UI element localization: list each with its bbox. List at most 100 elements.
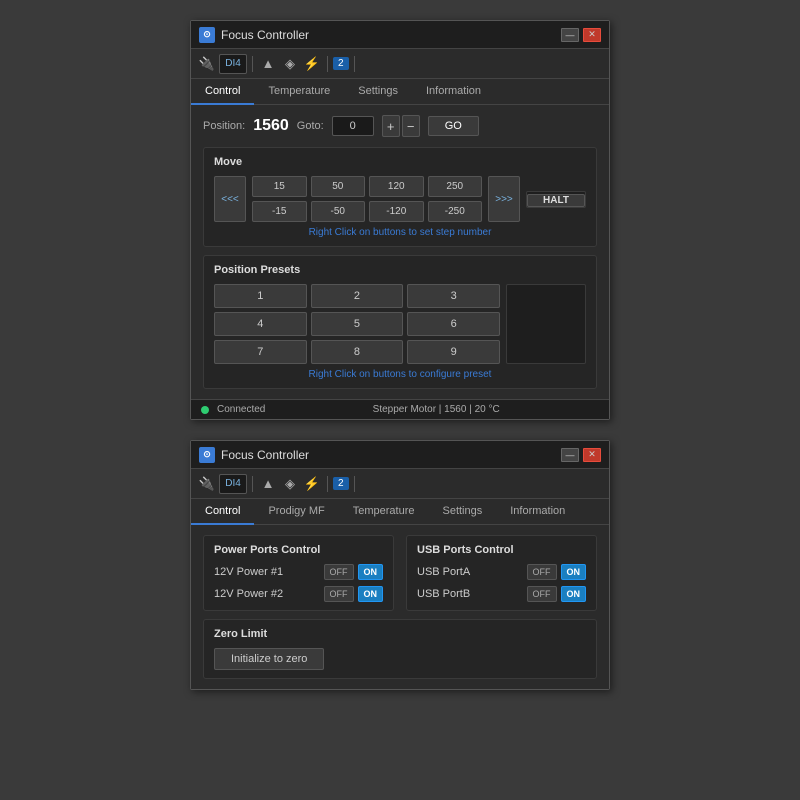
position-row: Position: 1560 Goto: + − GO [203,115,597,137]
move-btn-neg15[interactable]: -15 [252,201,307,222]
goto-input[interactable] [332,116,374,136]
power-ports-label: Power Ports Control [214,544,383,556]
preset-btn-7[interactable]: 7 [214,340,307,364]
badge-1[interactable]: 2 [333,57,349,70]
move-btn-neg250[interactable]: -250 [428,201,483,222]
presets-label: Position Presets [214,264,586,276]
move-btn-120[interactable]: 120 [369,176,424,197]
title-controls-2: — ✕ [561,448,601,462]
filter-icon-2[interactable]: ◈ [280,474,300,494]
zero-limit-label: Zero Limit [214,628,586,640]
preset-btn-1[interactable]: 1 [214,284,307,308]
minimize-button-2[interactable]: — [561,448,579,462]
preset-btn-9[interactable]: 9 [407,340,500,364]
tab-settings-1[interactable]: Settings [344,79,412,105]
up-icon-2[interactable]: ▲ [258,474,278,494]
usbb-label: USB PortB [417,588,470,600]
connect-icon[interactable]: 🔌 [197,54,217,74]
toolbar-sep-3 [354,56,355,72]
tab-control-1[interactable]: Control [191,79,254,105]
power2-toggle: OFF ON [324,586,384,602]
connect-icon-2[interactable]: 🔌 [197,474,217,494]
close-button-2[interactable]: ✕ [583,448,601,462]
presets-section: Position Presets 1 2 3 4 5 6 7 8 9 Right… [203,255,597,389]
presets-hint: Right Click on buttons to configure pres… [214,369,586,380]
right-nav-button[interactable]: >>> [488,176,520,222]
preset-btn-4[interactable]: 4 [214,312,307,336]
status-bar-1: Connected Stepper Motor | 1560 | 20 °C [191,399,609,419]
preset-btn-3[interactable]: 3 [407,284,500,308]
tab-bar-1: Control Temperature Settings Information [191,79,609,105]
usb-ports-box: USB Ports Control USB PortA OFF ON USB P… [406,535,597,611]
tab-temperature-1[interactable]: Temperature [254,79,344,105]
init-zero-button[interactable]: Initialize to zero [214,648,324,670]
move-btn-neg120[interactable]: -120 [369,201,424,222]
go-button[interactable]: GO [428,116,479,136]
toolbar-sep-5 [327,476,328,492]
position-value: 1560 [253,117,289,135]
filter-icon[interactable]: ◈ [280,54,300,74]
badge-2[interactable]: 2 [333,477,349,490]
toolbar-1: 🔌 DI4 ▲ ◈ ⚡ 2 [191,49,609,79]
window-title-1: Focus Controller [221,28,561,42]
power1-off[interactable]: OFF [324,564,354,580]
log-icon[interactable]: DI4 [219,54,247,74]
tab-information-1[interactable]: Information [412,79,495,105]
usba-row: USB PortA OFF ON [417,564,586,580]
usbb-on[interactable]: ON [561,586,587,602]
move-btn-15[interactable]: 15 [252,176,307,197]
window-title-2: Focus Controller [221,448,561,462]
move-btn-250[interactable]: 250 [428,176,483,197]
minus-button[interactable]: − [402,115,420,137]
presets-right-panel [506,284,586,364]
tab-settings-2[interactable]: Settings [428,499,496,525]
tab-prodigy-2[interactable]: Prodigy MF [254,499,338,525]
flash-icon-2[interactable]: ⚡ [302,474,322,494]
power1-on[interactable]: ON [358,564,384,580]
app-icon-1: ⊙ [199,27,215,43]
power1-toggle: OFF ON [324,564,384,580]
usbb-off[interactable]: OFF [527,586,557,602]
log-icon-2[interactable]: DI4 [219,474,247,494]
move-btn-50[interactable]: 50 [311,176,366,197]
power-ports-box: Power Ports Control 12V Power #1 OFF ON … [203,535,394,611]
goto-label: Goto: [297,120,324,132]
tab-information-2[interactable]: Information [496,499,579,525]
usba-off[interactable]: OFF [527,564,557,580]
up-icon[interactable]: ▲ [258,54,278,74]
tab-bar-2: Control Prodigy MF Temperature Settings … [191,499,609,525]
preset-btn-8[interactable]: 8 [311,340,404,364]
toolbar-sep-6 [354,476,355,492]
usb-ports-label: USB Ports Control [417,544,586,556]
power1-row: 12V Power #1 OFF ON [214,564,383,580]
power2-on[interactable]: ON [358,586,384,602]
preset-btn-6[interactable]: 6 [407,312,500,336]
flash-icon[interactable]: ⚡ [302,54,322,74]
presets-grid-wrapper: 1 2 3 4 5 6 7 8 9 [214,284,586,364]
move-btn-neg50[interactable]: -50 [311,201,366,222]
minimize-button-1[interactable]: — [561,28,579,42]
move-right-panel: HALT [526,191,586,208]
usba-on[interactable]: ON [561,564,587,580]
position-label: Position: [203,120,245,132]
halt-button[interactable]: HALT [527,194,585,207]
close-button-1[interactable]: ✕ [583,28,601,42]
tab-control-2[interactable]: Control [191,499,254,525]
presets-grid: 1 2 3 4 5 6 7 8 9 [214,284,500,364]
preset-btn-5[interactable]: 5 [311,312,404,336]
left-nav-button[interactable]: <<< [214,176,246,222]
status-connected-1: Connected [217,404,265,415]
power2-row: 12V Power #2 OFF ON [214,586,383,602]
move-grid: 15 50 120 250 -15 -50 -120 -250 [252,176,482,222]
tab-temperature-2[interactable]: Temperature [339,499,429,525]
preset-btn-2[interactable]: 2 [311,284,404,308]
zero-limit-box: Zero Limit Initialize to zero [203,619,597,679]
toolbar-sep-2 [327,56,328,72]
plus-minus-group: + − [382,115,420,137]
status-dot-1 [201,406,209,414]
power2-label: 12V Power #2 [214,588,283,600]
move-label: Move [214,156,586,168]
toolbar-sep-4 [252,476,253,492]
plus-button[interactable]: + [382,115,400,137]
power2-off[interactable]: OFF [324,586,354,602]
